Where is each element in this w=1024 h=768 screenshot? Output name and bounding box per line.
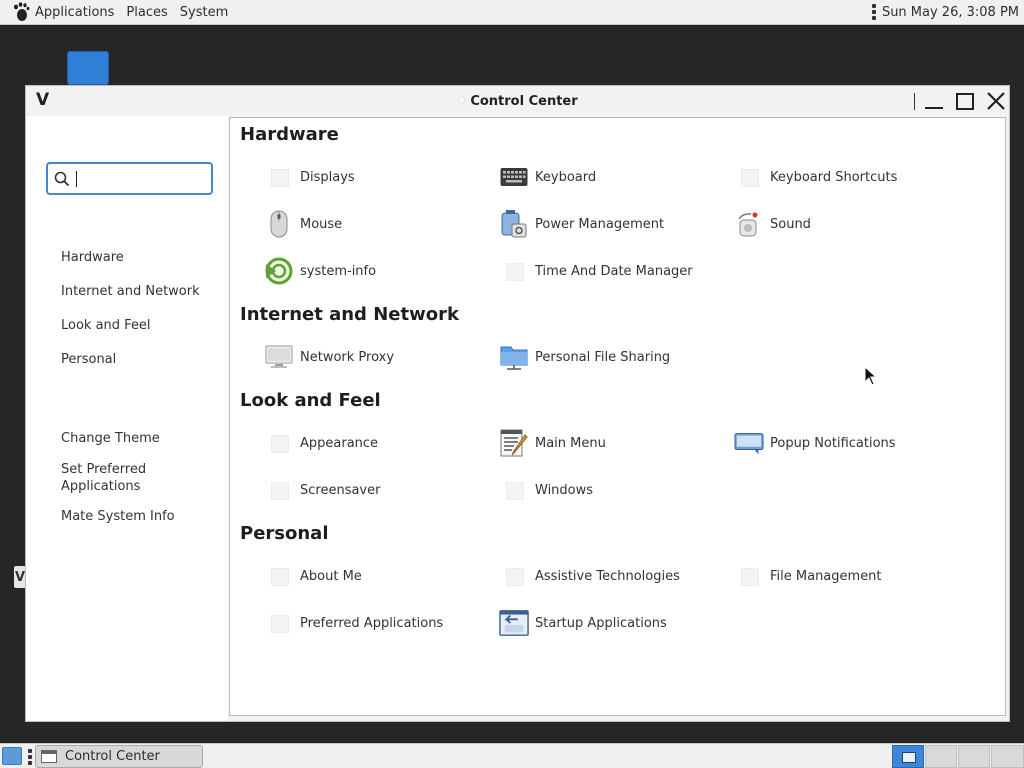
item-screensaver[interactable]: Screensaver [264, 475, 380, 505]
item-time-and-date-manager[interactable]: Time And Date Manager [499, 256, 693, 286]
network-proxy-icon [264, 342, 294, 372]
displays-icon [268, 166, 290, 188]
screensaver-icon [268, 479, 290, 501]
preferred-applications-icon [268, 612, 290, 634]
maximize-button[interactable] [956, 91, 976, 111]
sidebar-item-hardware[interactable]: Hardware [61, 249, 124, 266]
main-menu-icon [499, 428, 529, 458]
task-set-preferred-applications[interactable]: Set Preferred Applications [61, 461, 171, 495]
section-title-internet-and-network: Internet and Network [240, 304, 459, 325]
text-cursor [76, 170, 77, 187]
task-mate-system-info[interactable]: Mate System Info [61, 508, 175, 525]
item-sound[interactable]: Sound [734, 209, 811, 239]
popup-notifications-icon [734, 428, 764, 458]
minimize-icon [925, 107, 943, 109]
startup-applications-icon [499, 608, 529, 638]
sidebar: Hardware Internet and Network Look and F… [26, 116, 228, 721]
taskbar-button-control-center[interactable]: Control Center [35, 745, 203, 768]
item-appearance[interactable]: Appearance [264, 428, 378, 458]
content-panel: Hardware Displays Keyboard Keyboard Shor… [229, 117, 1006, 716]
item-about-me[interactable]: About Me [264, 561, 362, 591]
item-file-management[interactable]: File Management [734, 561, 882, 591]
item-startup-applications[interactable]: Startup Applications [499, 608, 667, 638]
panel-handle-icon[interactable] [871, 4, 876, 20]
places-menu[interactable]: Places [126, 5, 167, 20]
about-me-icon [268, 565, 290, 587]
sidebar-item-personal[interactable]: Personal [61, 351, 116, 368]
control-center-window: V Control Center Hardware Internet and N… [25, 85, 1010, 722]
minimize-button[interactable] [925, 91, 945, 111]
power-management-icon [499, 209, 529, 239]
top-panel: Applications Places System Sun May 26, 3… [0, 0, 1024, 25]
close-button[interactable] [986, 91, 1006, 111]
close-icon [987, 92, 1005, 110]
task-change-theme[interactable]: Change Theme [61, 430, 160, 447]
window-icon [41, 750, 57, 763]
section-title-look-and-feel: Look and Feel [240, 390, 381, 411]
workspace-2[interactable] [925, 745, 957, 768]
workspace-4[interactable] [991, 745, 1024, 768]
keyboard-icon [499, 162, 529, 192]
item-power-management[interactable]: Power Management [499, 209, 664, 239]
item-displays[interactable]: Displays [264, 162, 355, 192]
item-network-proxy[interactable]: Network Proxy [264, 342, 394, 372]
workspace-window-thumbnail [902, 752, 916, 763]
desktop-folder-icon[interactable] [67, 51, 109, 85]
workspace-1[interactable] [892, 745, 924, 768]
bottom-panel: Control Center [0, 743, 1024, 768]
show-desktop-icon[interactable] [2, 747, 22, 765]
search-input[interactable] [46, 162, 213, 195]
item-main-menu[interactable]: Main Menu [499, 428, 606, 458]
maximize-icon [956, 92, 974, 110]
titlebar[interactable]: V Control Center [26, 86, 1009, 116]
item-windows[interactable]: Windows [499, 475, 593, 505]
item-system-info[interactable]: system-info [264, 256, 376, 286]
item-keyboard[interactable]: Keyboard [499, 162, 596, 192]
workspace-3[interactable] [958, 745, 990, 768]
assistive-technologies-icon [503, 565, 525, 587]
section-title-personal: Personal [240, 523, 329, 544]
sidebar-item-look-and-feel[interactable]: Look and Feel [61, 317, 151, 334]
item-mouse[interactable]: Mouse [264, 209, 342, 239]
item-popup-notifications[interactable]: Popup Notifications [734, 428, 896, 458]
mouse-pointer-icon [864, 366, 878, 386]
gnome-foot-icon[interactable] [12, 2, 32, 22]
window-title: Control Center [470, 94, 578, 109]
windows-icon [503, 479, 525, 501]
search-icon [54, 171, 70, 186]
appearance-icon [268, 432, 290, 454]
system-info-icon [264, 256, 294, 286]
panel-handle-icon[interactable] [28, 749, 32, 765]
personal-file-sharing-icon [499, 342, 529, 372]
mouse-icon [264, 209, 294, 239]
window-title-icon [457, 96, 467, 105]
item-personal-file-sharing[interactable]: Personal File Sharing [499, 342, 670, 372]
clock[interactable]: Sun May 26, 3:08 PM [882, 5, 1019, 20]
section-title-hardware: Hardware [240, 124, 339, 145]
item-preferred-applications[interactable]: Preferred Applications [264, 608, 443, 638]
item-assistive-technologies[interactable]: Assistive Technologies [499, 561, 680, 591]
item-keyboard-shortcuts[interactable]: Keyboard Shortcuts [734, 162, 897, 192]
file-management-icon [738, 565, 760, 587]
system-menu[interactable]: System [180, 5, 228, 20]
taskbar-button-label: Control Center [65, 749, 160, 764]
time-and-date-icon [503, 260, 525, 282]
sound-icon [734, 209, 764, 239]
applications-menu[interactable]: Applications [35, 5, 114, 20]
keyboard-shortcuts-icon [738, 166, 760, 188]
sidebar-item-internet-and-network[interactable]: Internet and Network [61, 283, 200, 300]
